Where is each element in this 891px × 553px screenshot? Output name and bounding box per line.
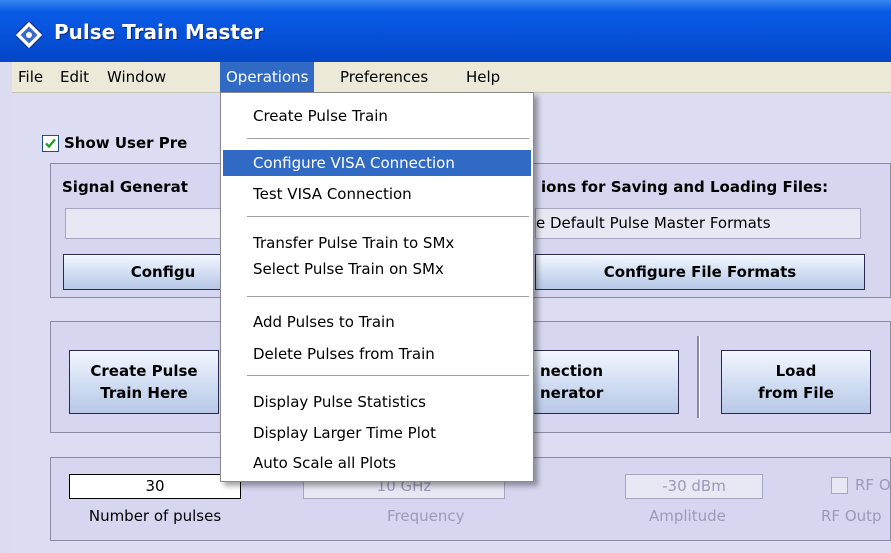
window-title: Pulse Train Master	[54, 20, 264, 44]
menu-separator	[247, 375, 529, 377]
checkmark-icon	[45, 138, 56, 149]
connection-button-line2: nerator	[540, 384, 604, 402]
load-button-line2: from File	[758, 384, 834, 402]
vertical-divider	[697, 336, 700, 418]
load-from-file-button[interactable]: Load from File	[721, 350, 871, 414]
amplitude-input[interactable]: -30 dBm	[625, 474, 763, 499]
menu-separator	[247, 296, 529, 298]
signal-generator-field	[65, 208, 225, 239]
menu-bar: File Edit Window Operations Preferences …	[12, 62, 891, 93]
menu-preferences[interactable]: Preferences	[334, 62, 434, 93]
menu-operations[interactable]: Operations	[220, 62, 315, 93]
menu-test-visa-connection[interactable]: Test VISA Connection	[223, 181, 531, 207]
menu-file[interactable]: File	[12, 62, 49, 93]
menu-separator	[247, 138, 529, 140]
load-button-line1: Load	[775, 362, 817, 380]
rf-on-label: RF Of	[855, 476, 891, 494]
connection-button-line1: nection	[540, 362, 604, 380]
frequency-label: Frequency	[387, 507, 465, 525]
menu-auto-scale-plots[interactable]: Auto Scale all Plots	[223, 450, 531, 476]
rf-output-label: RF Outp	[821, 507, 882, 525]
file-options-label: ions for Saving and Loading Files:	[541, 178, 829, 196]
configure-file-formats-button[interactable]: Configure File Formats	[535, 254, 865, 290]
show-user-prefs-label: Show User Pre	[64, 134, 188, 152]
menu-window[interactable]: Window	[101, 62, 172, 93]
menu-add-pulses[interactable]: Add Pulses to Train	[223, 309, 531, 335]
signal-generator-label: Signal Generat	[62, 178, 188, 196]
operations-dropdown-menu: Create Pulse Train Configure VISA Connec…	[220, 92, 534, 482]
menu-transfer-pulse-train[interactable]: Transfer Pulse Train to SMx	[223, 230, 531, 256]
show-user-prefs-checkbox[interactable]	[42, 135, 59, 152]
menu-edit[interactable]: Edit	[54, 62, 95, 93]
create-pulse-train-button[interactable]: Create Pulse Train Here	[69, 350, 219, 414]
file-formats-field: e Default Pulse Master Formats	[535, 208, 861, 239]
menu-select-pulse-train[interactable]: Select Pulse Train on SMx	[223, 256, 531, 282]
menu-configure-visa-connection[interactable]: Configure VISA Connection	[223, 150, 531, 176]
create-pulse-button-line1: Create Pulse	[90, 362, 198, 380]
amplitude-label: Amplitude	[649, 507, 726, 525]
menu-delete-pulses[interactable]: Delete Pulses from Train	[223, 341, 531, 367]
menu-separator	[247, 216, 529, 218]
menu-help[interactable]: Help	[460, 62, 506, 93]
number-of-pulses-label: Number of pulses	[88, 507, 222, 525]
number-of-pulses-input[interactable]: 30	[69, 474, 241, 499]
rf-on-checkbox[interactable]	[831, 477, 848, 494]
app-logo-icon	[16, 22, 42, 48]
create-pulse-button-line2: Train Here	[100, 384, 188, 402]
menu-display-pulse-statistics[interactable]: Display Pulse Statistics	[223, 389, 531, 415]
menu-create-pulse-train[interactable]: Create Pulse Train	[223, 103, 531, 129]
menu-display-larger-time-plot[interactable]: Display Larger Time Plot	[223, 420, 531, 446]
